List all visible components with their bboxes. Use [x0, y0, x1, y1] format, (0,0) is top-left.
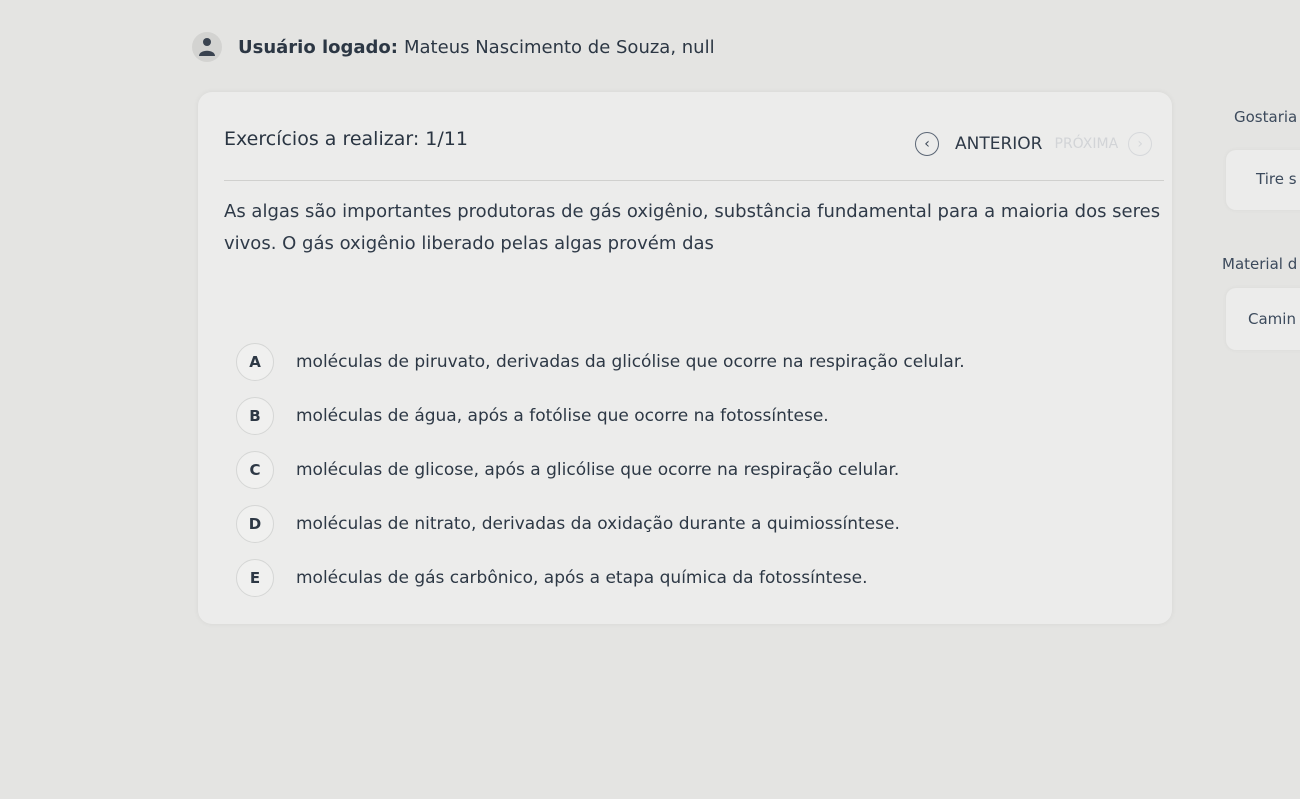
sidebar-caminho-label[interactable]: Camin: [1248, 310, 1296, 328]
option-text[interactable]: moléculas de piruvato, derivadas da glic…: [296, 352, 965, 372]
option-letter[interactable]: C: [236, 451, 274, 489]
chevron-right-icon[interactable]: ›: [1128, 132, 1153, 156]
exercise-card: Exercícios a realizar: 1/11 ‹ ANTERIOR P…: [198, 92, 1172, 624]
exercise-count: Exercícios a realizar: 1/11: [224, 128, 468, 150]
option-text[interactable]: moléculas de glicose, após a glicólise q…: [296, 460, 899, 480]
user-label: Usuário logado:: [238, 36, 398, 58]
sidebar-gostaria-heading: Gostaria: [1234, 108, 1298, 126]
option-letter[interactable]: D: [236, 505, 274, 543]
option-text[interactable]: moléculas de gás carbônico, após a etapa…: [296, 568, 868, 588]
sidebar-tire-label[interactable]: Tire s: [1256, 170, 1297, 188]
sidebar-tire-duvidas-button[interactable]: Tire s: [1226, 150, 1300, 210]
user-bar: Usuário logado: Mateus Nascimento de Sou…: [192, 32, 715, 62]
option-letter[interactable]: B: [236, 397, 274, 435]
option-d[interactable]: D moléculas de nitrato, derivadas da oxi…: [236, 504, 965, 544]
divider: [224, 180, 1164, 181]
option-letter[interactable]: A: [236, 343, 274, 381]
option-c[interactable]: C moléculas de glicose, após a glicólise…: [236, 450, 965, 490]
option-text[interactable]: moléculas de água, após a fotólise que o…: [296, 406, 829, 426]
sidebar-material-label: Material d: [1222, 255, 1298, 273]
previous-button[interactable]: ANTERIOR: [955, 134, 1043, 154]
user-name: Mateus Nascimento de Souza, null: [404, 36, 715, 58]
chevron-left-icon[interactable]: ‹: [915, 132, 939, 156]
option-text[interactable]: moléculas de nitrato, derivadas da oxida…: [296, 514, 900, 534]
option-b[interactable]: B moléculas de água, após a fotólise que…: [236, 396, 965, 436]
option-a[interactable]: A moléculas de piruvato, derivadas da gl…: [236, 342, 965, 382]
user-icon: [192, 32, 222, 62]
next-button[interactable]: PRÓXIMA: [1055, 136, 1119, 152]
option-e[interactable]: E moléculas de gás carbônico, após a eta…: [236, 558, 965, 598]
option-letter[interactable]: E: [236, 559, 274, 597]
exercise-nav: ‹ ANTERIOR PRÓXIMA ›: [915, 132, 1153, 156]
question-text: As algas são importantes produtoras de g…: [224, 201, 1161, 254]
options-list: A moléculas de piruvato, derivadas da gl…: [236, 342, 965, 612]
sidebar-caminho-button[interactable]: Camin: [1226, 288, 1300, 350]
